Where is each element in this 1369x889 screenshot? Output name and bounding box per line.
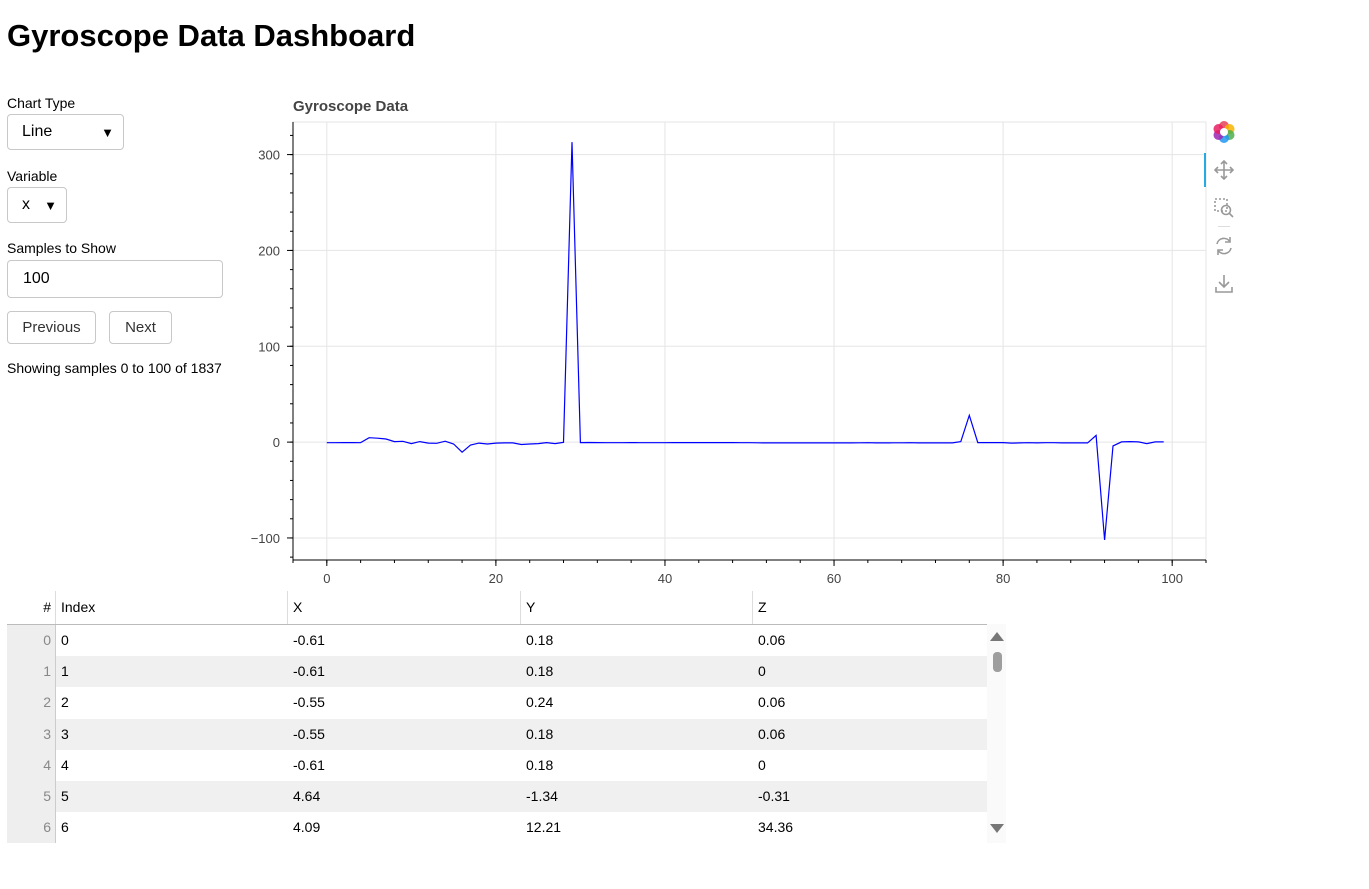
cell-z: 0 xyxy=(758,756,766,773)
cell-index: 5 xyxy=(61,787,69,804)
variable-label: Variable xyxy=(7,168,58,184)
gyroscope-chart[interactable]: Gyroscope Data 0 20 40 60 80 100 −100 0 100 200 300 xyxy=(240,90,1240,590)
previous-button[interactable]: Previous xyxy=(7,311,96,344)
scroll-down-icon[interactable] xyxy=(990,824,1004,833)
cell-x: -0.61 xyxy=(293,756,325,773)
cell-y: 0.18 xyxy=(526,663,554,680)
status-text: Showing samples 0 to 100 of 1837 xyxy=(7,360,222,376)
samples-input-value: 100 xyxy=(23,270,50,287)
x-tick-label: 100 xyxy=(1161,571,1183,586)
row-number: 5 xyxy=(7,780,56,813)
cell-y: 0.18 xyxy=(526,725,554,742)
row-number: 2 xyxy=(7,687,56,719)
chevron-down-icon: ▼ xyxy=(44,198,57,213)
cell-z: 0.06 xyxy=(758,632,786,648)
table-row[interactable]: 0 0 -0.61 0.18 0.06 xyxy=(7,625,1006,657)
y-tick-label: 200 xyxy=(258,243,280,258)
cell-z: 34.36 xyxy=(758,819,794,836)
header-z[interactable]: Z xyxy=(753,591,986,624)
page-title: Gyroscope Data Dashboard xyxy=(7,18,416,53)
cell-x: -0.55 xyxy=(293,725,325,742)
row-number: 4 xyxy=(7,749,56,781)
cell-index: 4 xyxy=(61,756,69,773)
cell-x: -0.61 xyxy=(293,663,325,680)
table-row[interactable]: 3 3 -0.55 0.18 0.06 xyxy=(7,718,1006,750)
data-table: # Index X Y Z 0 0 -0.61 0.18 0.06 1 1 -0.61 0.18… xyxy=(7,591,1006,843)
cell-y: 0.24 xyxy=(526,694,554,711)
cell-x: -0.61 xyxy=(293,632,325,648)
box-zoom-icon[interactable] xyxy=(1212,196,1236,220)
variable-select[interactable]: x ▼ xyxy=(7,187,67,223)
x-tick-label: 20 xyxy=(489,571,503,586)
row-number: 6 xyxy=(7,812,56,843)
y-tick-label: −100 xyxy=(251,531,280,546)
cell-y: -1.34 xyxy=(526,787,558,804)
variable-value: x xyxy=(22,196,30,213)
cell-x: 4.64 xyxy=(293,787,321,804)
chart-title: Gyroscope Data xyxy=(293,98,409,115)
series-line-x xyxy=(326,142,1164,540)
chevron-down-icon: ▼ xyxy=(101,125,114,140)
cell-y: 12.21 xyxy=(526,819,562,836)
pan-icon[interactable] xyxy=(1212,158,1236,182)
header-rownum[interactable]: # xyxy=(7,591,56,624)
table-row[interactable]: 1 1 -0.61 0.18 0 xyxy=(7,656,1006,688)
active-tool-indicator xyxy=(1204,153,1206,187)
y-tick-label: 100 xyxy=(258,339,280,354)
cell-x: -0.55 xyxy=(293,694,325,711)
table-row[interactable]: 5 5 4.64 -1.34 -0.31 xyxy=(7,780,1006,813)
samples-input[interactable]: 100 xyxy=(7,260,223,298)
table-row[interactable]: 4 4 -0.61 0.18 0 xyxy=(7,749,1006,781)
table-header: # Index X Y Z xyxy=(7,591,1006,625)
chart-toolbar xyxy=(1204,115,1244,305)
y-tick-label: 0 xyxy=(273,435,280,450)
toolbar-divider xyxy=(1218,226,1230,227)
chart-type-select[interactable]: Line ▼ xyxy=(7,114,124,150)
scroll-up-icon[interactable] xyxy=(990,632,1004,641)
cell-y: 0.18 xyxy=(526,632,554,648)
x-tick-label: 40 xyxy=(658,571,672,586)
bokeh-logo-icon[interactable] xyxy=(1212,120,1236,144)
row-number: 3 xyxy=(7,718,56,750)
cell-z: 0.06 xyxy=(758,725,786,742)
cell-z: 0.06 xyxy=(758,694,786,711)
cell-index: 3 xyxy=(61,725,69,742)
table-scrollbar[interactable] xyxy=(987,624,1006,843)
row-number: 1 xyxy=(7,656,56,688)
cell-index: 6 xyxy=(61,819,69,836)
x-tick-label: 0 xyxy=(323,571,330,586)
cell-z: -0.31 xyxy=(758,787,790,804)
cell-index: 1 xyxy=(61,663,69,680)
header-y[interactable]: Y xyxy=(521,591,753,624)
cell-index: 0 xyxy=(61,632,69,648)
y-tick-label: 300 xyxy=(258,148,280,163)
x-tick-label: 80 xyxy=(996,571,1010,586)
row-number: 0 xyxy=(7,625,56,657)
plot-frame xyxy=(292,121,1207,561)
scroll-thumb[interactable] xyxy=(993,652,1002,672)
table-body: 0 0 -0.61 0.18 0.06 1 1 -0.61 0.18 0 2 2 -0.55 0.24 0.… xyxy=(7,625,1006,843)
x-tick-label: 60 xyxy=(827,571,841,586)
cell-z: 0 xyxy=(758,663,766,680)
cell-y: 0.18 xyxy=(526,756,554,773)
save-icon[interactable] xyxy=(1212,272,1236,296)
table-row[interactable]: 2 2 -0.55 0.24 0.06 xyxy=(7,687,1006,719)
cell-x: 4.09 xyxy=(293,819,321,836)
chart-type-value: Line xyxy=(22,123,53,140)
header-x[interactable]: X xyxy=(288,591,521,624)
table-row[interactable]: 6 6 4.09 12.21 34.36 xyxy=(7,812,1006,843)
header-index[interactable]: Index xyxy=(56,591,288,624)
reset-icon[interactable] xyxy=(1212,234,1236,258)
samples-label: Samples to Show xyxy=(7,240,116,256)
chart-type-label: Chart Type xyxy=(7,95,76,111)
cell-index: 2 xyxy=(61,694,69,711)
next-button[interactable]: Next xyxy=(109,311,172,344)
